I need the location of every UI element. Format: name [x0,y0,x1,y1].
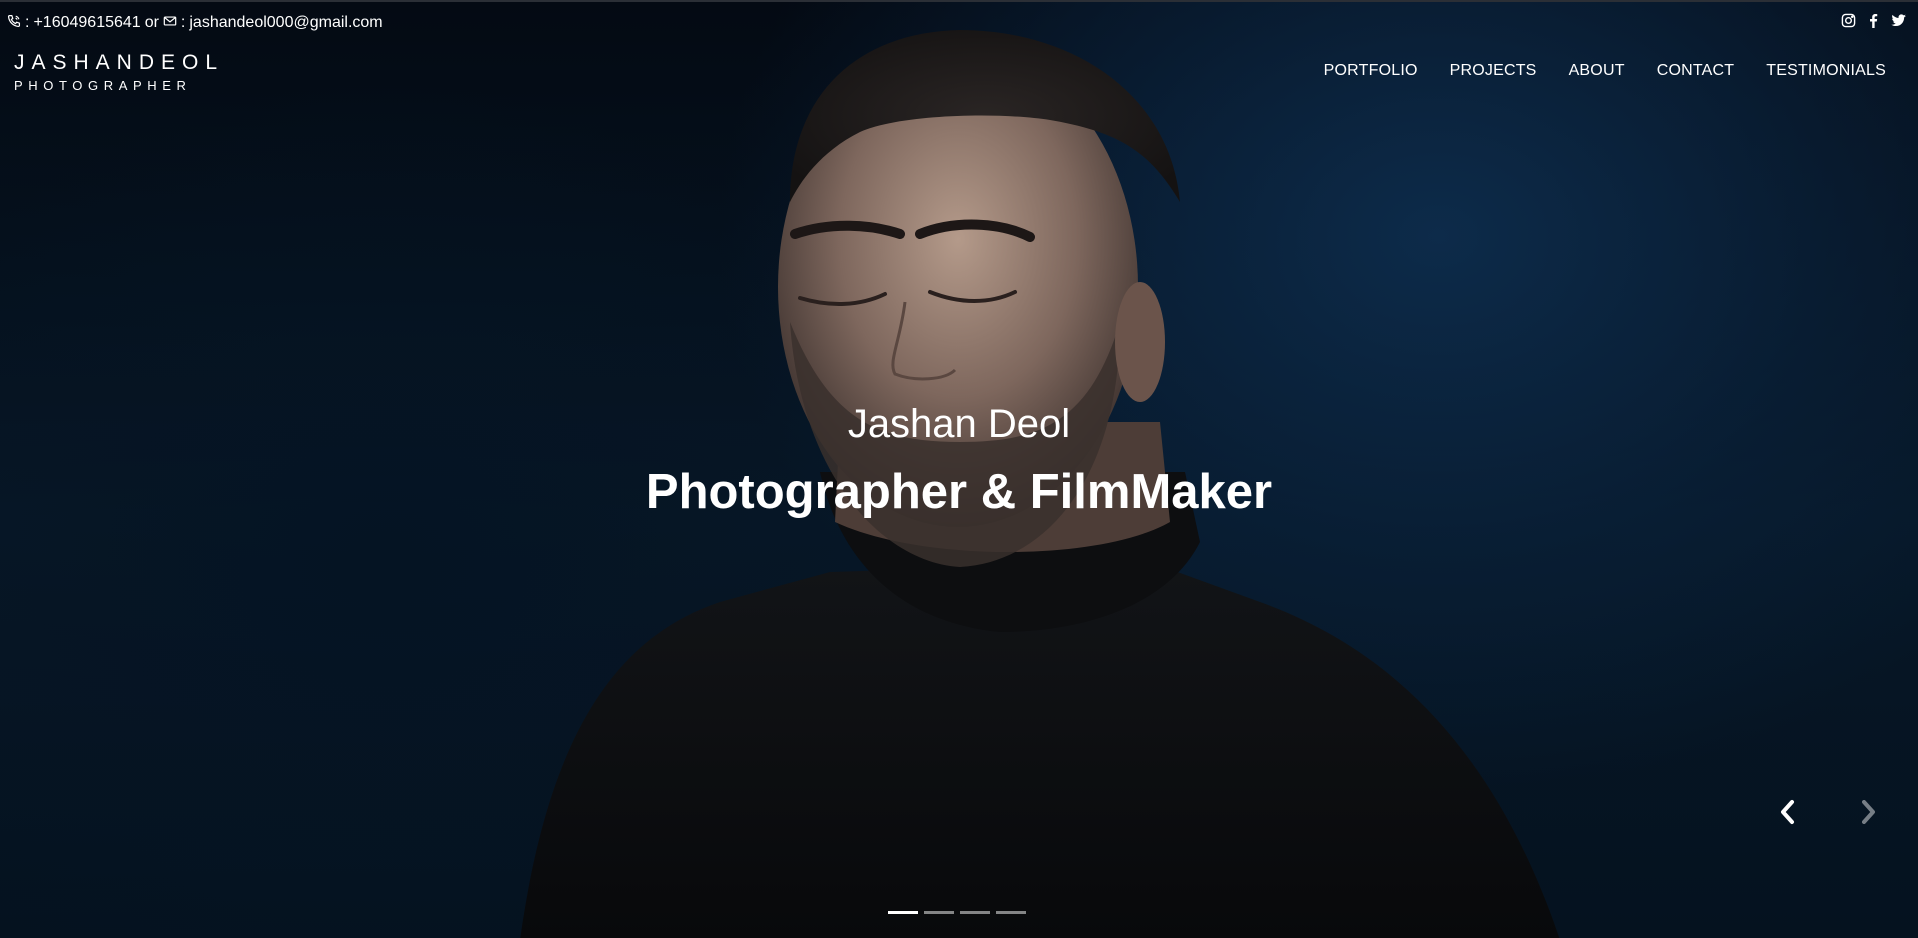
carousel-indicators [888,911,1026,914]
carousel-indicator-2[interactable] [924,911,954,914]
phone-prefix: : [25,14,30,31]
carousel-next-button[interactable] [1856,798,1880,826]
chevron-left-icon [1781,800,1794,824]
social-links [1841,13,1906,33]
hero-caption: Jashan Deol Photographer & FilmMaker [0,400,1918,520]
page: : +16049615641 or : jashandeol000@gmail.… [0,0,1918,938]
chevron-right-icon [1862,800,1875,824]
logo-name: JASHANDEOL [14,51,225,74]
email-link[interactable]: jashandeol000@gmail.com [189,14,382,32]
facebook-icon[interactable] [1866,13,1881,33]
hero-title: Photographer & FilmMaker [645,465,1273,519]
phone-icon [7,14,21,33]
nav-item-about[interactable]: ABOUT [1569,62,1625,80]
top-contact-bar: : +16049615641 or : jashandeol000@gmail.… [7,12,1906,34]
carousel-prev-button[interactable] [1776,798,1800,826]
phone-link[interactable]: +16049615641 [33,14,140,32]
instagram-icon[interactable] [1841,13,1856,33]
main-navigation: PORTFOLIO PROJECTS ABOUT CONTACT TESTIMO… [1324,62,1886,80]
nav-item-contact[interactable]: CONTACT [1657,62,1735,80]
carousel-indicator-1[interactable] [888,911,918,914]
site-logo[interactable]: JASHANDEOL PHOTOGRAPHER [14,51,224,93]
twitter-icon[interactable] [1891,13,1906,33]
carousel-indicator-4[interactable] [996,911,1026,914]
email-icon [163,14,177,33]
nav-item-portfolio[interactable]: PORTFOLIO [1324,62,1418,80]
carousel-indicator-3[interactable] [960,911,990,914]
contact-info: : +16049615641 or : jashandeol000@gmail.… [7,14,383,33]
nav-item-projects[interactable]: PROJECTS [1450,62,1537,80]
hero-name: Jashan Deol [847,402,1071,446]
logo-subtitle: PHOTOGRAPHER [14,78,192,93]
contact-separator: or [144,14,159,31]
email-prefix: : [180,14,186,31]
nav-item-testimonials[interactable]: TESTIMONIALS [1766,62,1886,80]
